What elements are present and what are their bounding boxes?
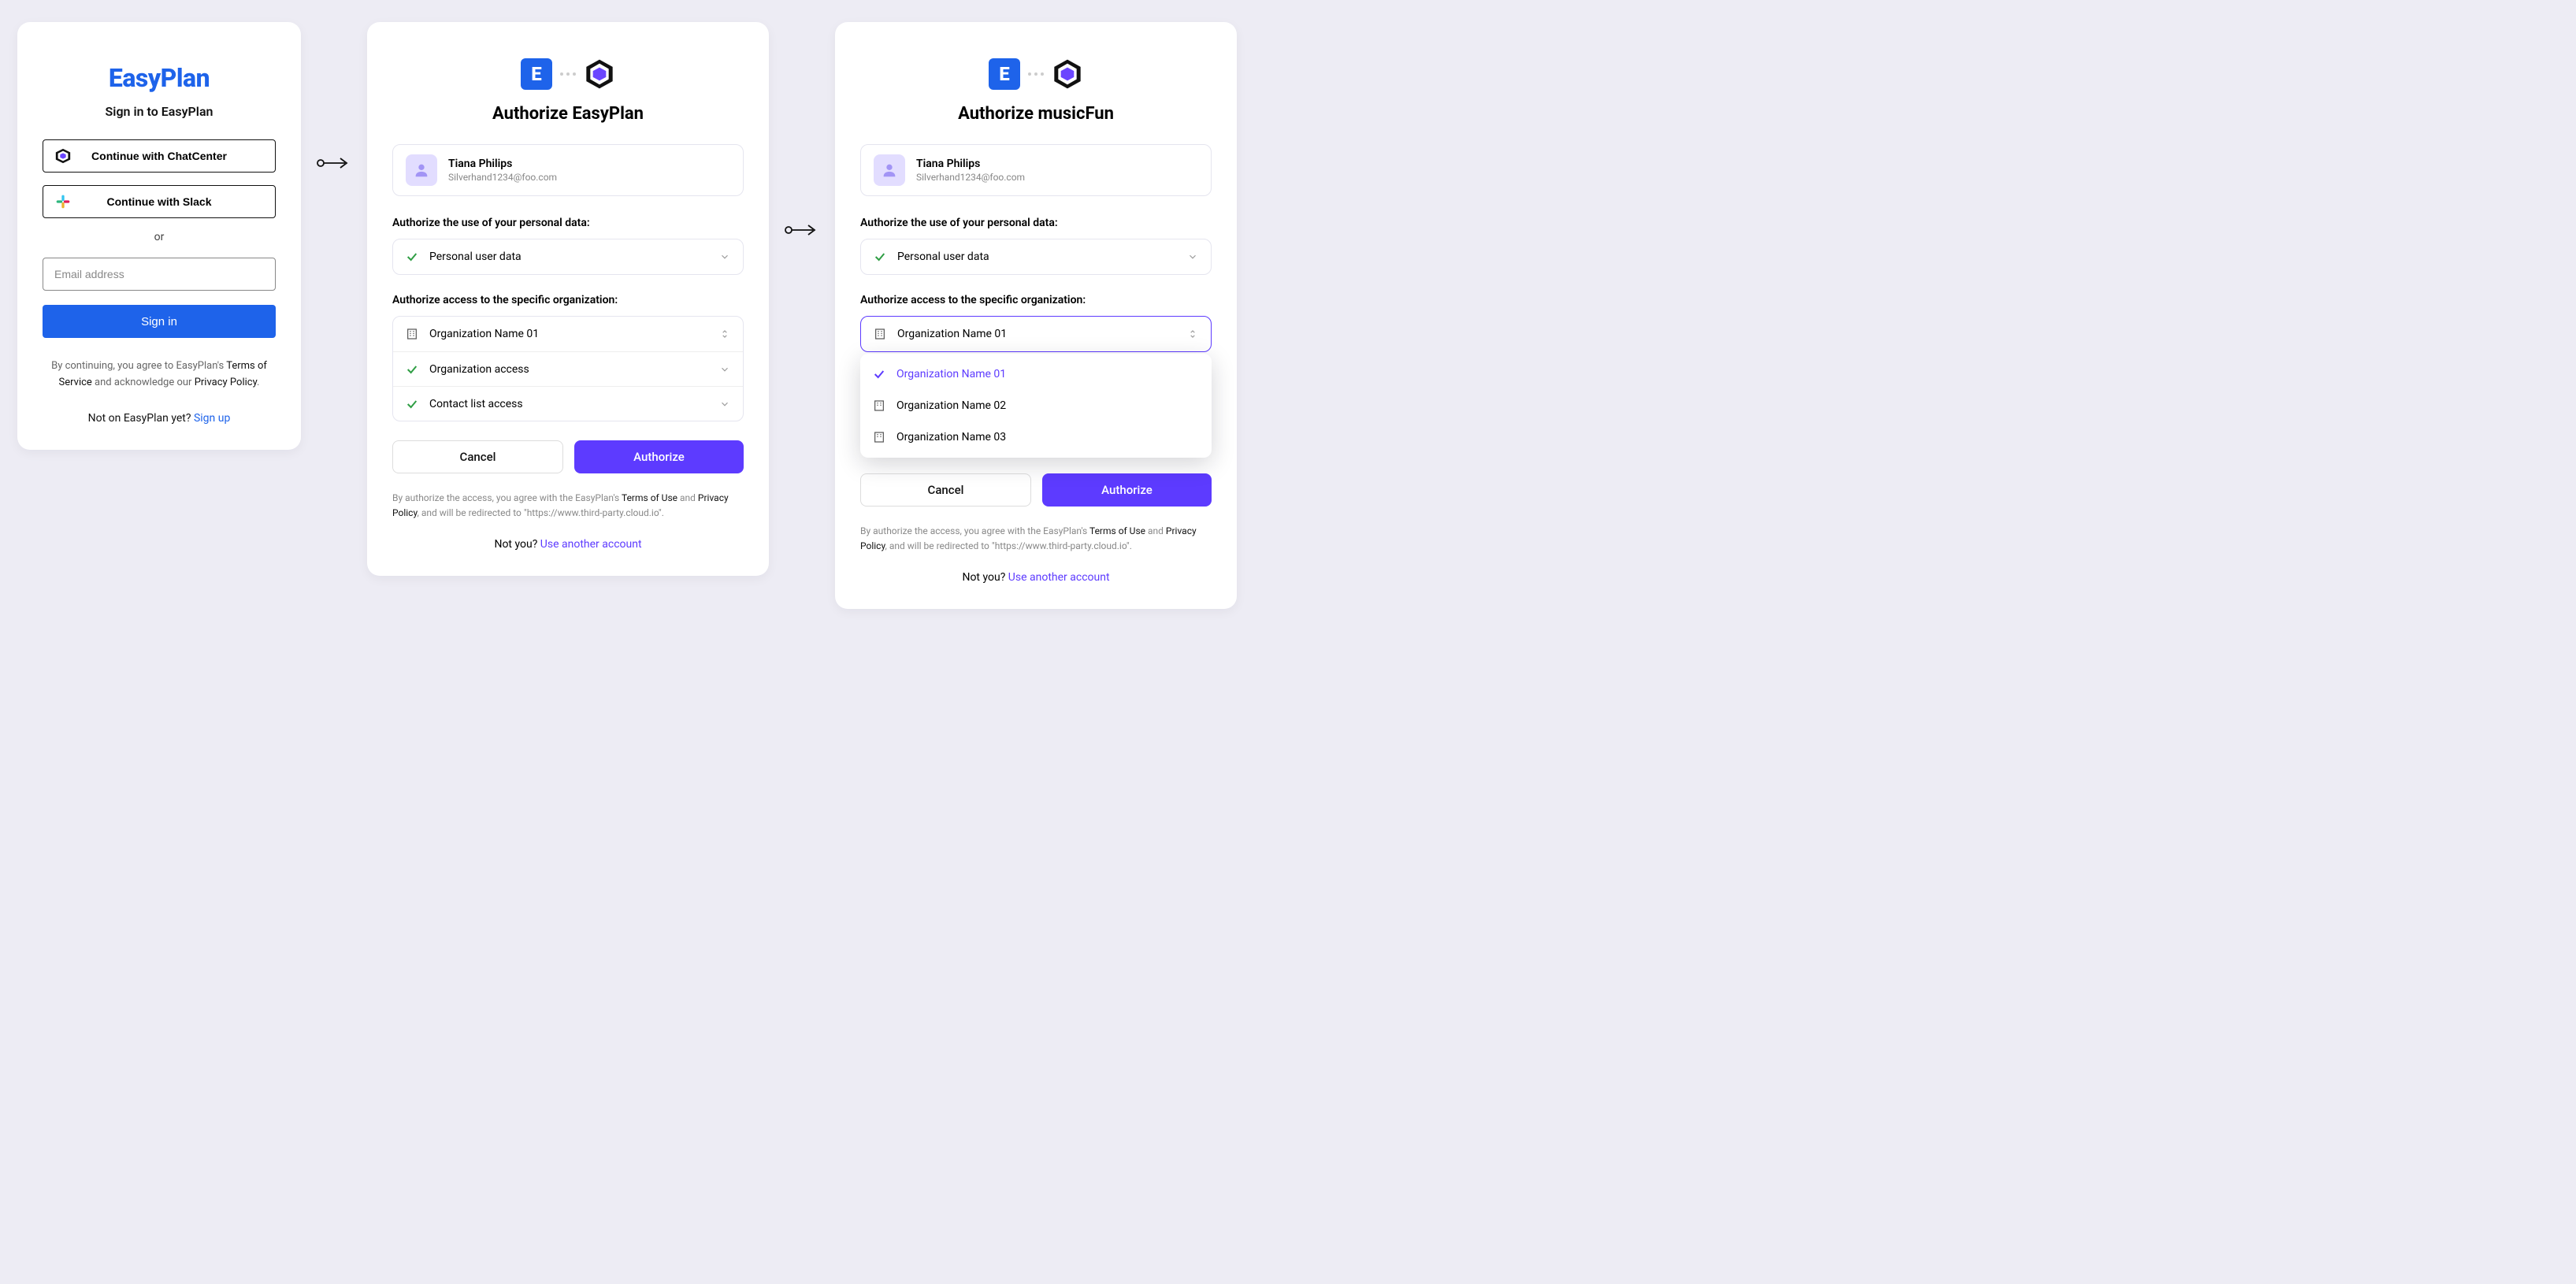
section-personal-label: Authorize the use of your personal data: (392, 217, 744, 229)
personal-perm-box: Personal user data (860, 239, 1212, 275)
terms-link[interactable]: Terms of Use (1089, 525, 1145, 536)
personal-perm-box: Personal user data (392, 239, 744, 275)
use-another-account-link[interactable]: Use another account (1008, 571, 1110, 584)
disclaimer: By authorize the access, you agree with … (392, 491, 744, 521)
continue-slack-button[interactable]: Continue with Slack (43, 185, 276, 218)
cancel-button[interactable]: Cancel (860, 473, 1031, 507)
user-box: Tiana Philips Silverhand1234@foo.com (392, 144, 744, 196)
authorize-easyplan-card: E Authorize EasyPlan Tiana Philips Silve… (367, 22, 769, 576)
user-email: Silverhand1234@foo.com (916, 172, 1025, 183)
app-hex-icon (584, 58, 615, 90)
perm-personal-row[interactable]: Personal user data (861, 239, 1211, 274)
logo-pair: E (860, 58, 1212, 90)
org-select-row[interactable]: Organization Name 01 (393, 317, 743, 351)
signin-button[interactable]: Sign in (43, 305, 276, 338)
continue-slack-label: Continue with Slack (106, 195, 211, 208)
user-email: Silverhand1234@foo.com (448, 172, 557, 183)
app-hex-icon (1052, 58, 1083, 90)
use-another-account-link[interactable]: Use another account (540, 538, 642, 551)
brand-logo-text: EasyPlan (43, 63, 276, 93)
check-icon (873, 368, 885, 380)
authorize-title: Authorize EasyPlan (392, 104, 744, 124)
or-separator: or (43, 231, 276, 243)
signin-title: Sign in to EasyPlan (43, 104, 276, 119)
chevron-down-icon (719, 251, 730, 262)
check-icon (406, 250, 418, 263)
building-icon (406, 328, 418, 340)
signup-link[interactable]: Sign up (194, 412, 230, 425)
org-option-3[interactable]: Organization Name 03 (860, 421, 1212, 453)
button-row: Cancel Authorize (392, 440, 744, 473)
building-icon (873, 431, 885, 443)
check-icon (406, 363, 418, 376)
org-option-1[interactable]: Organization Name 01 (860, 358, 1212, 390)
connector-dots-icon (560, 72, 576, 76)
org-select-box-open: Organization Name 01 (860, 316, 1212, 352)
avatar-icon (406, 154, 437, 186)
org-dropdown-panel: Organization Name 01 Organization Name 0… (860, 354, 1212, 458)
flow-arrow-icon (785, 224, 819, 243)
authorize-musicfun-card: E Authorize musicFun Tiana Philips Silve… (835, 22, 1237, 609)
check-icon (874, 250, 886, 263)
org-select-row[interactable]: Organization Name 01 (861, 317, 1211, 351)
section-personal-label: Authorize the use of your personal data: (860, 217, 1212, 229)
user-box: Tiana Philips Silverhand1234@foo.com (860, 144, 1212, 196)
chevron-down-icon (1187, 251, 1198, 262)
authorize-title: Authorize musicFun (860, 104, 1212, 124)
chatcenter-icon (54, 147, 72, 165)
authorize-button[interactable]: Authorize (574, 440, 744, 473)
continue-chatcenter-label: Continue with ChatCenter (91, 150, 227, 162)
sort-icon (719, 328, 730, 340)
continue-chatcenter-button[interactable]: Continue with ChatCenter (43, 139, 276, 173)
building-icon (873, 399, 885, 412)
logo-pair: E (392, 58, 744, 90)
notyou-row: Not you? Use another account (860, 571, 1212, 584)
perm-personal-row[interactable]: Personal user data (393, 239, 743, 274)
perm-contact-row[interactable]: Contact list access (393, 386, 743, 421)
flow-arrow-icon (317, 157, 351, 176)
sort-icon (1187, 328, 1198, 340)
perm-org-access-row[interactable]: Organization access (393, 351, 743, 386)
avatar-icon (874, 154, 905, 186)
disclaimer: By authorize the access, you agree with … (860, 524, 1212, 554)
chevron-down-icon (719, 399, 730, 410)
user-name: Tiana Philips (916, 158, 1025, 170)
slack-icon (54, 193, 72, 210)
email-input[interactable] (43, 258, 276, 291)
section-org-label: Authorize access to the specific organiz… (392, 294, 744, 306)
notyou-row: Not you? Use another account (392, 538, 744, 551)
easyplan-logo-icon: E (989, 58, 1020, 90)
cancel-button[interactable]: Cancel (392, 440, 563, 473)
chevron-down-icon (719, 364, 730, 375)
terms-link[interactable]: Terms of Use (622, 492, 677, 503)
section-org-label: Authorize access to the specific organiz… (860, 294, 1212, 306)
org-option-2[interactable]: Organization Name 02 (860, 390, 1212, 421)
building-icon (874, 328, 886, 340)
privacy-link[interactable]: Privacy Policy (195, 377, 257, 388)
button-row: Cancel Authorize (860, 473, 1212, 507)
signup-row: Not on EasyPlan yet? Sign up (43, 412, 276, 425)
easyplan-logo-icon: E (521, 58, 552, 90)
authorize-button[interactable]: Authorize (1042, 473, 1212, 507)
user-name: Tiana Philips (448, 158, 557, 170)
signin-card: EasyPlan Sign in to EasyPlan Continue wi… (17, 22, 301, 450)
org-dropdown-wrap: Organization Name 01 Organization Name 0… (860, 316, 1212, 455)
org-perm-box: Organization Name 01 Organization access… (392, 316, 744, 421)
connector-dots-icon (1028, 72, 1044, 76)
check-icon (406, 398, 418, 410)
agreement-text: By continuing, you agree to EasyPlan's T… (43, 358, 276, 392)
